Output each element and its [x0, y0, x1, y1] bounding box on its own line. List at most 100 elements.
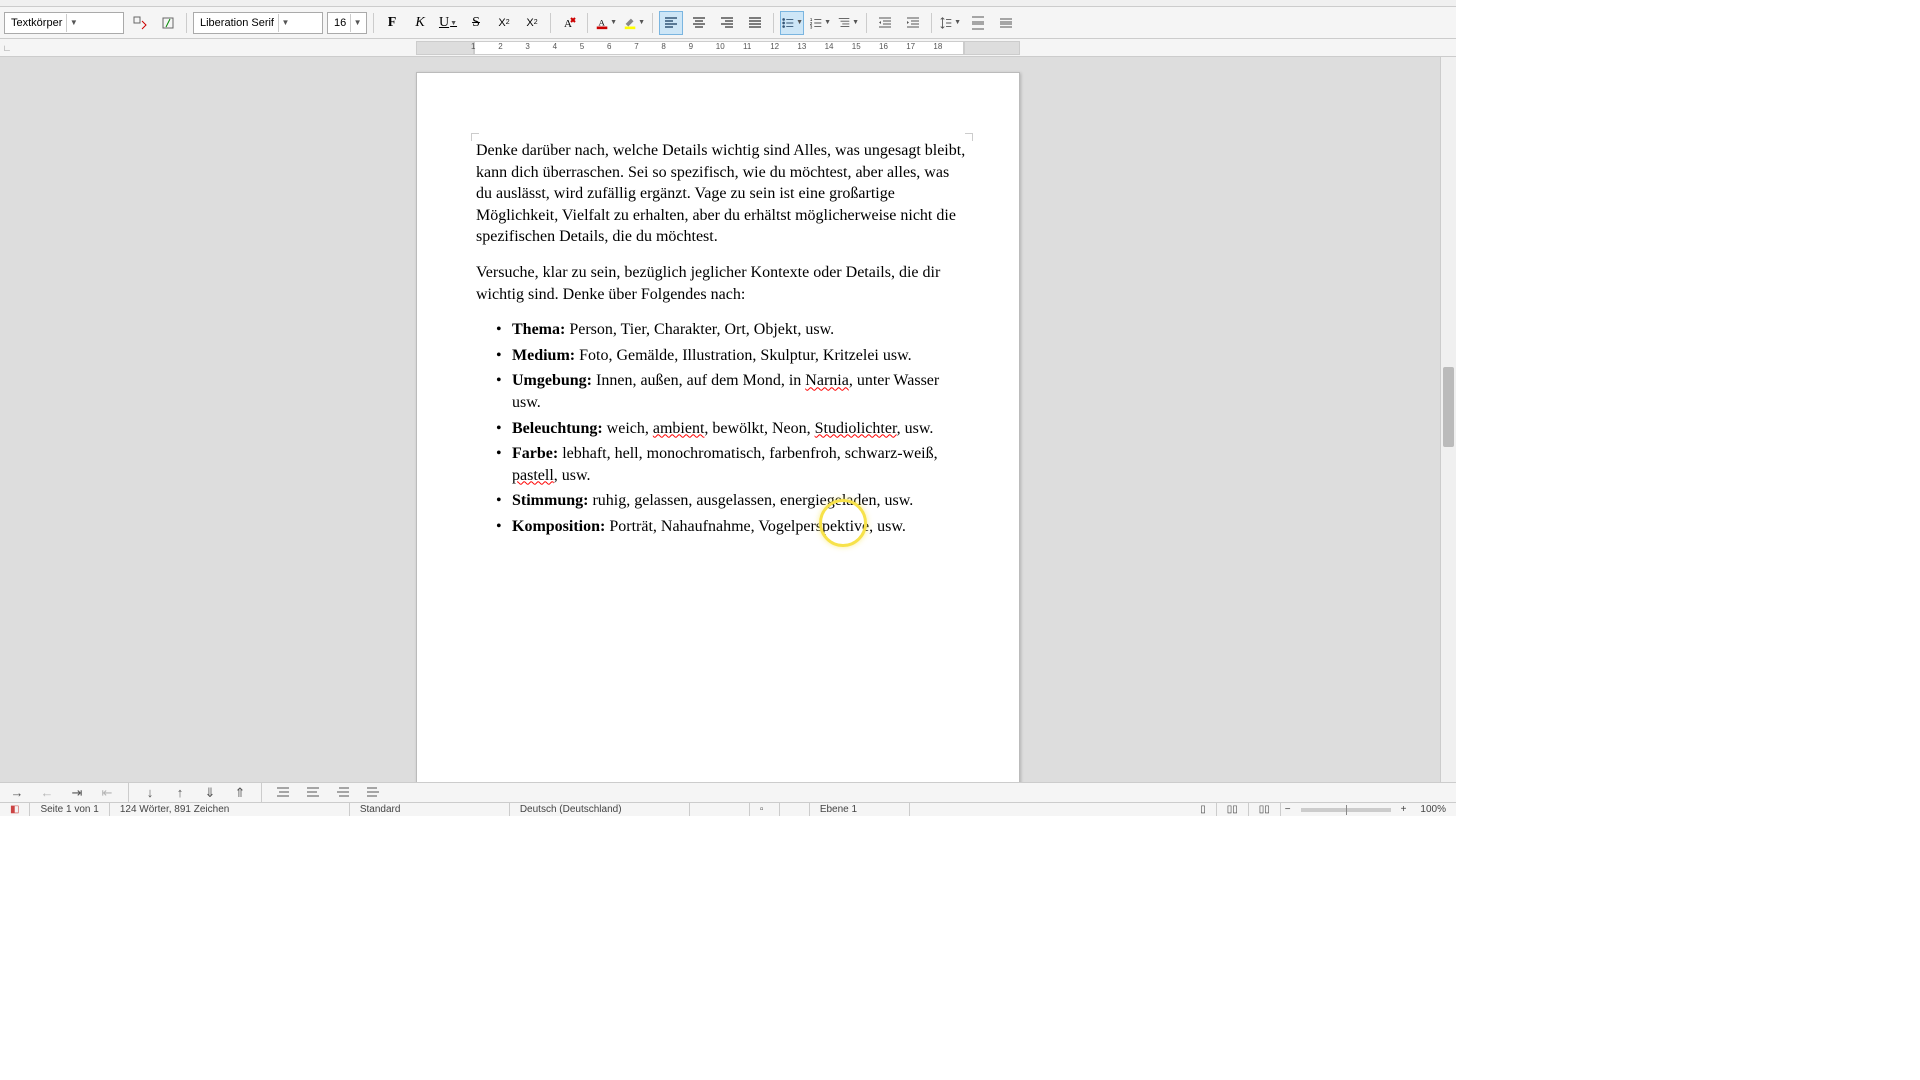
view-single-page-icon[interactable]: ▯ — [1190, 803, 1217, 816]
line-spacing-button[interactable]: ▼ — [938, 11, 962, 35]
align-center-button[interactable] — [687, 11, 711, 35]
text: Person, Tier, Charakter, Ort, Objekt, us… — [565, 321, 834, 338]
promote-sub-icon[interactable] — [332, 784, 354, 802]
ruler: ∟ 123456789101112131415161718 — [0, 39, 1456, 57]
list-item[interactable]: Thema: Person, Tier, Charakter, Ort, Obj… — [512, 319, 966, 341]
formatting-toolbar: Textkörper ▼ Liberation Serif ▼ 16 ▼ F K… — [0, 7, 1456, 39]
text: lebhaft, hell, monochromatisch, farbenfr… — [558, 445, 937, 462]
spellcheck-word: pastell — [512, 467, 554, 484]
separator — [931, 13, 932, 33]
down-arrow-icon[interactable]: ↓ — [139, 784, 161, 802]
list-item[interactable]: Beleuchtung: weich, ambient, bewölkt, Ne… — [512, 418, 966, 440]
zoom-in-button[interactable]: + — [1397, 804, 1411, 815]
list-item[interactable]: Stimmung: ruhig, gelassen, ausgelassen, … — [512, 490, 966, 512]
italic-button[interactable]: K — [408, 11, 432, 35]
demote-icon[interactable] — [302, 784, 324, 802]
view-book-icon[interactable]: ▯▯ — [1249, 803, 1281, 816]
bullet-list-button[interactable]: ▼ — [780, 11, 804, 35]
paragraph[interactable]: Versuche, klar zu sein, bezüglich jeglic… — [476, 262, 966, 305]
horizontal-ruler[interactable]: 123456789101112131415161718 — [14, 39, 1456, 56]
zoom-out-button[interactable]: − — [1281, 804, 1295, 815]
scrollbar-thumb[interactable] — [1443, 367, 1454, 447]
view-multi-page-icon[interactable]: ▯▯ — [1217, 803, 1249, 816]
text: weich, — [603, 420, 653, 437]
text: , bewölkt, Neon, — [704, 420, 814, 437]
outline-button[interactable]: ▼ — [836, 11, 860, 35]
spellcheck-word: Studiolichter — [815, 420, 897, 437]
status-save-icon[interactable]: ◧ — [0, 803, 30, 816]
ruler-tick: 18 — [933, 42, 942, 51]
increase-para-spacing-button[interactable] — [966, 11, 990, 35]
document-workspace: Denke darüber nach, welche Details wicht… — [0, 57, 1440, 782]
status-signature[interactable] — [780, 803, 810, 816]
ruler-tick: 1 — [471, 42, 475, 51]
align-left-button[interactable] — [659, 11, 683, 35]
ruler-tick: 8 — [661, 42, 665, 51]
font-size-combo[interactable]: 16 ▼ — [327, 12, 367, 34]
vertical-scrollbar[interactable] — [1440, 57, 1456, 782]
highlight-color-button[interactable]: ▼ — [622, 11, 646, 35]
bullet-list[interactable]: Thema: Person, Tier, Charakter, Ort, Obj… — [476, 319, 966, 537]
strikethrough-button[interactable]: S — [464, 11, 488, 35]
chevron-down-icon: ▼ — [278, 14, 292, 32]
status-page[interactable]: Seite 1 von 1 — [30, 803, 109, 816]
status-selection-mode[interactable]: ▫ — [750, 803, 780, 816]
label: Umgebung: — [512, 372, 592, 389]
up-double-icon[interactable]: ⇑ — [229, 784, 251, 802]
demote-sub-icon[interactable] — [362, 784, 384, 802]
status-insert-mode[interactable] — [690, 803, 750, 816]
spellcheck-word: Narnia — [805, 372, 849, 389]
superscript-button[interactable]: X2 — [492, 11, 516, 35]
subscript-button[interactable]: X2 — [520, 11, 544, 35]
page[interactable]: Denke darüber nach, welche Details wicht… — [416, 72, 1020, 782]
forward-icon[interactable]: ⇥ — [66, 784, 88, 802]
forward-link-icon[interactable]: → — [6, 784, 28, 802]
status-word-count[interactable]: 124 Wörter, 891 Zeichen — [110, 803, 350, 816]
list-item[interactable]: Medium: Foto, Gemälde, Illustration, Sku… — [512, 345, 966, 367]
ruler-tick: 16 — [879, 42, 888, 51]
bold-button[interactable]: F — [380, 11, 404, 35]
status-language[interactable]: Deutsch (Deutschland) — [510, 803, 690, 816]
label: Stimmung: — [512, 492, 588, 509]
decrease-para-spacing-button[interactable] — [994, 11, 1018, 35]
update-style-button[interactable] — [128, 11, 152, 35]
separator — [128, 783, 129, 803]
label: Komposition: — [512, 518, 605, 535]
back-link-icon[interactable]: ← — [36, 784, 58, 802]
status-layer[interactable]: Ebene 1 — [810, 803, 910, 816]
numbered-list-button[interactable]: 123▼ — [808, 11, 832, 35]
increase-indent-button[interactable] — [873, 11, 897, 35]
label: Medium: — [512, 347, 575, 364]
page-content[interactable]: Denke darüber nach, welche Details wicht… — [476, 140, 966, 542]
svg-text:3: 3 — [810, 24, 813, 29]
font-name-combo[interactable]: Liberation Serif ▼ — [193, 12, 323, 34]
list-item[interactable]: Umgebung: Innen, außen, auf dem Mond, in… — [512, 370, 966, 413]
down-double-icon[interactable]: ⇓ — [199, 784, 221, 802]
text: ruhig, gelassen, ausgelassen, energiegel… — [588, 492, 913, 509]
zoom-percent[interactable]: 100% — [1410, 803, 1456, 816]
font-color-button[interactable]: A▼ — [594, 11, 618, 35]
decrease-indent-button[interactable] — [901, 11, 925, 35]
back-icon[interactable]: ⇤ — [96, 784, 118, 802]
chevron-down-icon: ▼ — [66, 14, 80, 32]
up-arrow-icon[interactable]: ↑ — [169, 784, 191, 802]
separator — [373, 13, 374, 33]
promote-icon[interactable] — [272, 784, 294, 802]
underline-button[interactable]: U▼ — [436, 11, 460, 35]
align-justify-button[interactable] — [743, 11, 767, 35]
separator — [587, 13, 588, 33]
new-style-button[interactable] — [156, 11, 180, 35]
separator — [186, 13, 187, 33]
paragraph-style-combo[interactable]: Textkörper ▼ — [4, 12, 124, 34]
paragraph[interactable]: Denke darüber nach, welche Details wicht… — [476, 140, 966, 248]
ruler-corner: ∟ — [0, 39, 14, 56]
zoom-slider[interactable] — [1301, 808, 1391, 812]
list-item[interactable]: Farbe: lebhaft, hell, monochromatisch, f… — [512, 443, 966, 486]
ruler-tick: 7 — [634, 42, 638, 51]
clear-formatting-button[interactable]: A — [557, 11, 581, 35]
ruler-tick: 2 — [498, 42, 502, 51]
list-item[interactable]: Komposition: Porträt, Nahaufnahme, Vogel… — [512, 516, 966, 538]
status-page-style[interactable]: Standard — [350, 803, 510, 816]
align-right-button[interactable] — [715, 11, 739, 35]
text: , usw. — [897, 420, 934, 437]
